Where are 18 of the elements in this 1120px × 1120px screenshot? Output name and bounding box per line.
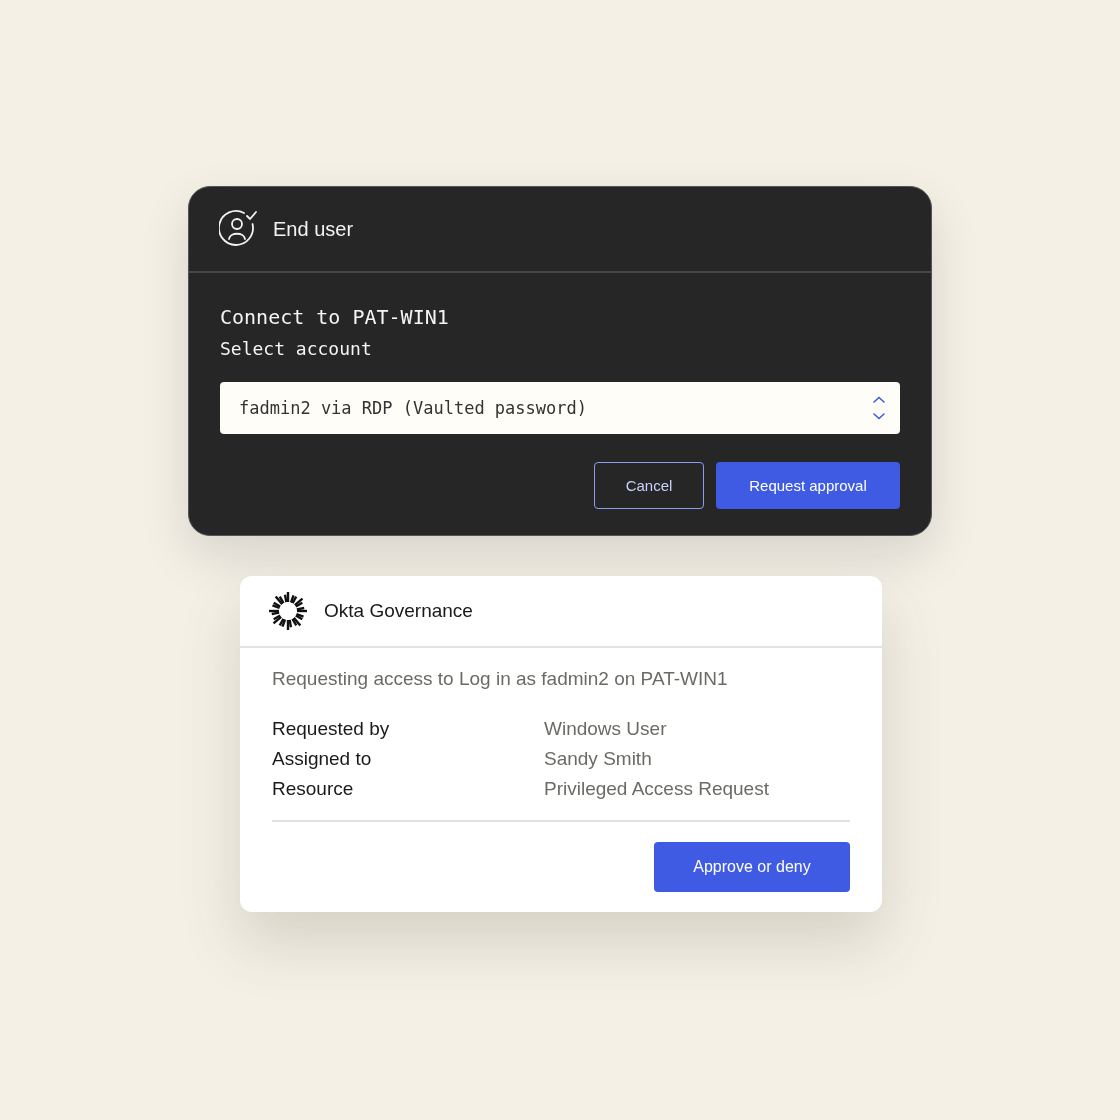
detail-label: Requested by [272, 718, 391, 740]
detail-value: Sandy Smith [544, 748, 653, 770]
connect-heading: Connect to PAT-WIN1 [220, 304, 450, 331]
request-summary: Requesting access to Log in as fadmin2 on PAT-WIN1 [272, 668, 729, 690]
card-title: Okta Governance [324, 600, 473, 622]
field-label: Select account [220, 337, 373, 361]
account-select[interactable]: fadmin2 via RDP (Vaulted password) [220, 382, 900, 434]
primary-button[interactable]: Approve or deny [654, 842, 850, 892]
detail-value: Windows User [544, 718, 668, 740]
user-check-icon [219, 209, 259, 249]
detail-value: Privileged Access Request [544, 778, 770, 800]
up-down-chevron-icon [872, 396, 886, 420]
sunburst-logo-icon [268, 591, 308, 631]
card-title: End user [273, 217, 354, 241]
cancel-button[interactable]: Cancel [594, 462, 704, 509]
primary-button[interactable]: Request approval [716, 462, 900, 509]
detail-label: Resource [272, 778, 355, 800]
detail-label: Assigned to [272, 748, 373, 770]
